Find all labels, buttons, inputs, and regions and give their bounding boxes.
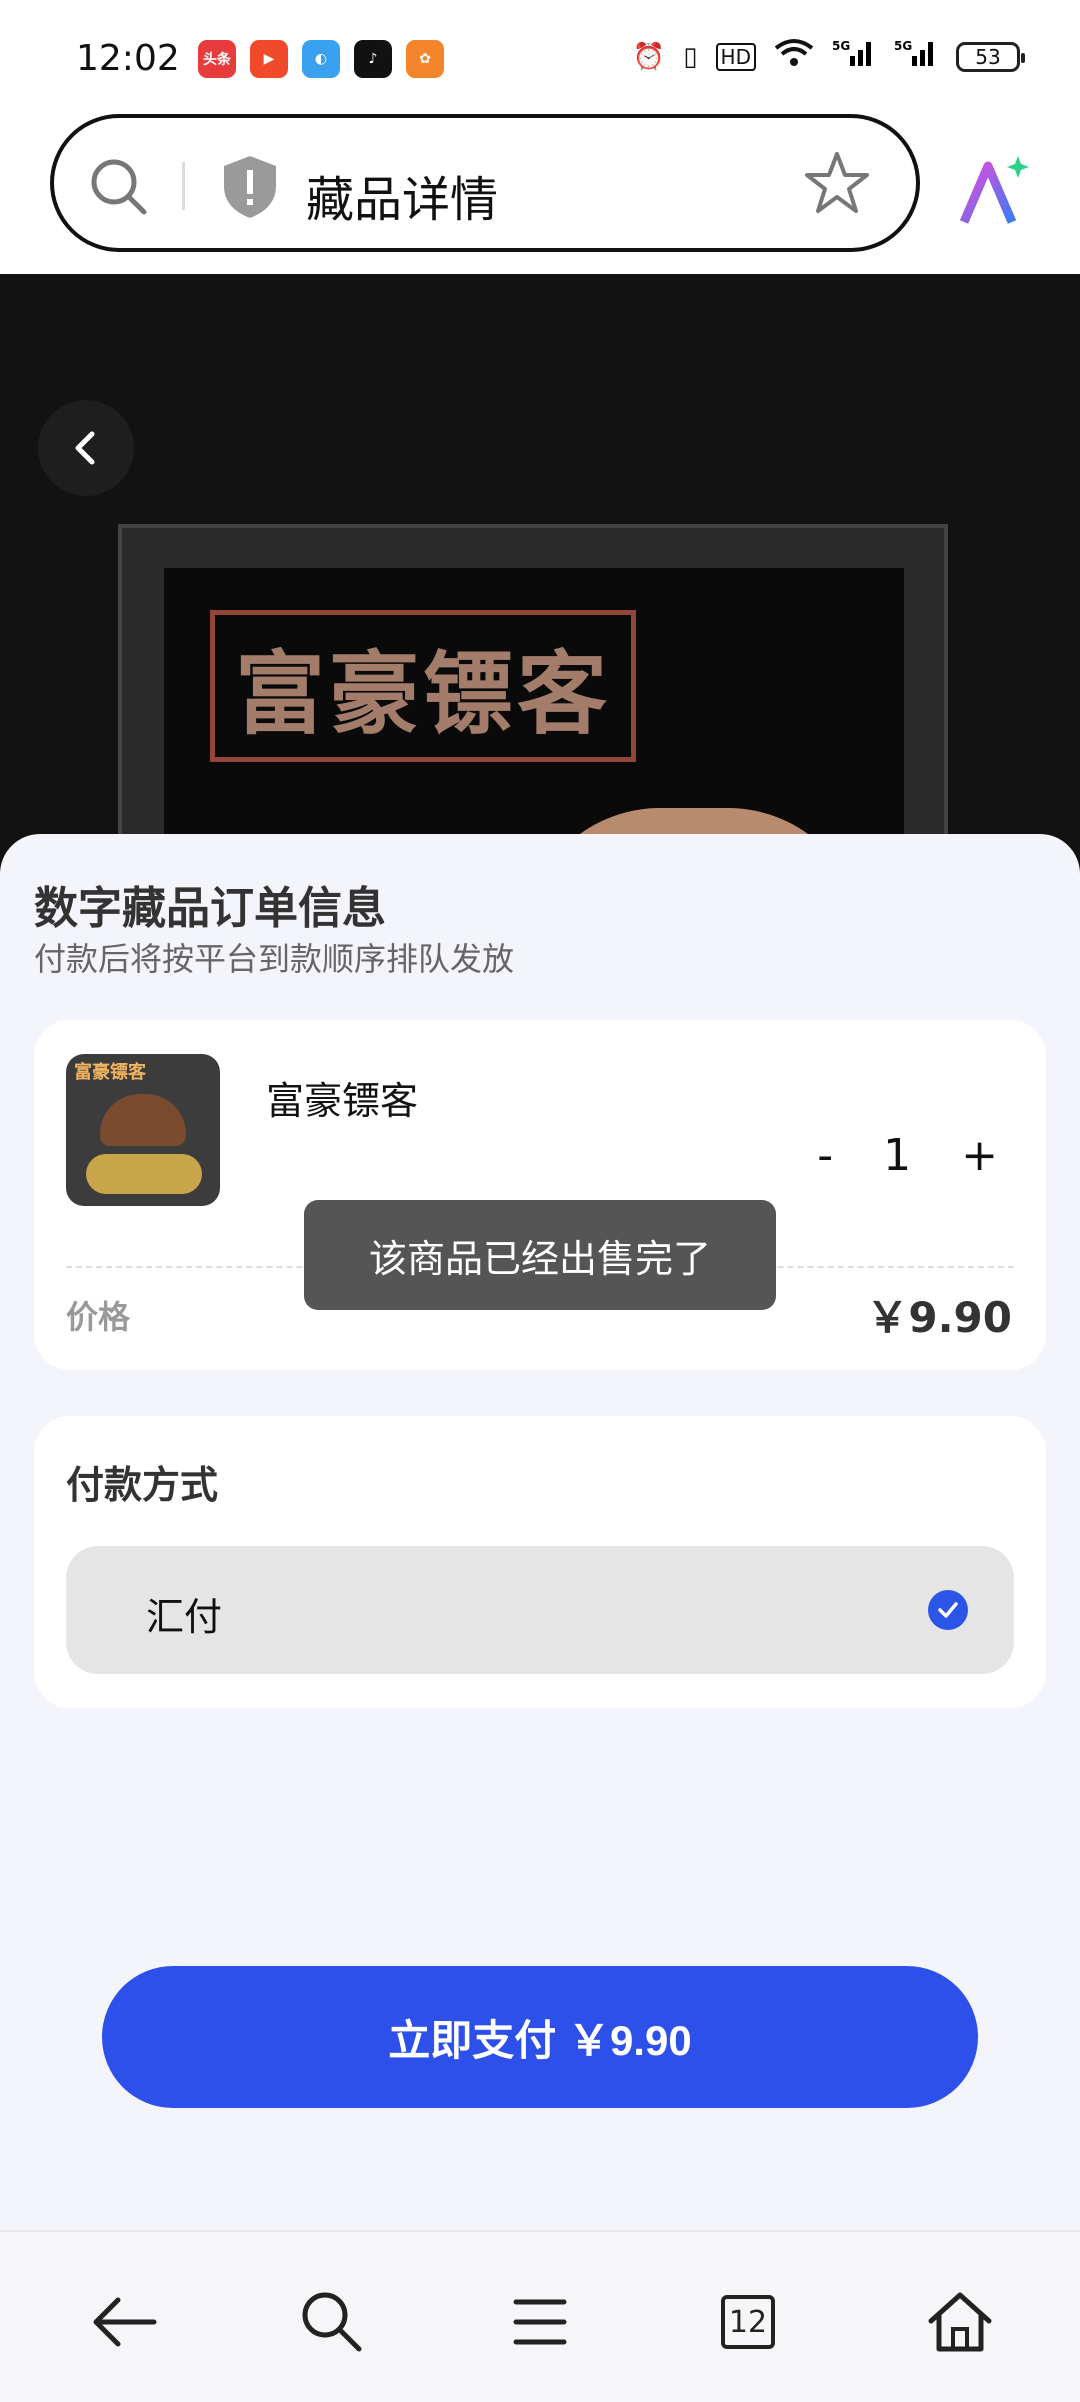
browser-toolbar: 藏品详情 — [0, 110, 1080, 274]
sheet-subtitle: 付款后将按平台到款顺序排队发放 — [34, 940, 515, 978]
back-button[interactable] — [38, 400, 134, 496]
search-icon[interactable] — [86, 154, 152, 224]
tab-count-badge: 12 — [721, 2295, 775, 2349]
status-time: 12:02 — [76, 38, 180, 79]
status-bar: 12:02 头条 ▶ ◐ ♪ ✿ ⏰ ▯ HD 5G 5G 53 — [0, 0, 1080, 110]
price-label: 价格 — [66, 1298, 131, 1336]
collectible-hero-image: 富豪镖客 — [0, 274, 1080, 874]
notification-icons: 头条 ▶ ◐ ♪ ✿ — [198, 40, 444, 78]
sold-out-toast: 该商品已经出售完了 — [304, 1200, 776, 1310]
svg-text:5G: 5G — [832, 39, 850, 53]
nav-tabs-button[interactable]: 12 — [708, 2282, 788, 2362]
product-name: 富豪镖客 — [266, 1079, 419, 1123]
nav-home-button[interactable] — [920, 2282, 1000, 2362]
payment-option-huifu[interactable]: 汇付 — [66, 1546, 1014, 1674]
nav-search-button[interactable] — [292, 2282, 372, 2362]
chevron-left-icon — [75, 431, 95, 465]
toutiao-app-icon: 头条 — [198, 40, 236, 78]
payment-title: 付款方式 — [66, 1463, 219, 1507]
bookmark-star-icon[interactable] — [802, 148, 872, 222]
signal-1-icon: 5G — [832, 38, 876, 75]
video-app-icon: ▶ — [250, 40, 288, 78]
check-icon — [928, 1590, 968, 1630]
address-bar[interactable]: 藏品详情 — [50, 114, 920, 252]
browser-app-icon: ◐ — [302, 40, 340, 78]
signal-2-icon: 5G — [894, 38, 938, 75]
ai-assistant-icon[interactable] — [956, 152, 1032, 232]
home-icon — [928, 2292, 992, 2352]
divider — [182, 162, 185, 210]
nav-back-button[interactable] — [84, 2282, 164, 2362]
arrow-left-icon — [93, 2297, 157, 2347]
search-icon — [302, 2292, 362, 2352]
sheet-title: 数字藏品订单信息 — [34, 883, 386, 934]
nav-menu-button[interactable] — [500, 2282, 580, 2362]
price-value: ￥9.90 — [866, 1293, 1012, 1342]
battery-icon: 53 — [956, 41, 1025, 72]
page-title: 藏品详情 — [306, 172, 499, 228]
douyin-app-icon: ♪ — [354, 40, 392, 78]
quantity-value: 1 — [883, 1130, 912, 1181]
pay-now-button[interactable]: 立即支付 ￥9.90 — [102, 1966, 978, 2108]
browser-bottom-nav: 12 — [0, 2230, 1080, 2402]
security-shield-icon[interactable] — [220, 154, 280, 224]
payment-card: 付款方式 汇付 — [34, 1416, 1046, 1708]
menu-icon — [513, 2299, 567, 2345]
hd-icon: HD — [715, 42, 756, 71]
artwork-frame: 富豪镖客 — [118, 524, 948, 874]
wifi-icon — [774, 38, 814, 75]
quantity-stepper: - 1 + — [817, 1130, 998, 1181]
alarm-icon: ⏰ — [632, 41, 666, 72]
svg-text:5G: 5G — [894, 39, 912, 53]
neon-sign: 富豪镖客 — [210, 610, 636, 762]
game-app-icon: ✿ — [406, 40, 444, 78]
order-sheet: 数字藏品订单信息 付款后将按平台到款顺序排队发放 富豪镖客 富豪镖客 - 1 +… — [0, 834, 1080, 2230]
decrease-button[interactable]: - — [817, 1130, 833, 1181]
increase-button[interactable]: + — [961, 1130, 998, 1181]
vibrate-icon: ▯ — [683, 41, 698, 72]
payment-method-label: 汇付 — [146, 1595, 223, 1639]
system-icons: ⏰ ▯ HD 5G 5G 53 — [632, 38, 1025, 75]
order-card: 富豪镖客 富豪镖客 - 1 + 价格 ￥9.90 — [34, 1020, 1046, 1370]
product-thumbnail: 富豪镖客 — [66, 1054, 220, 1206]
